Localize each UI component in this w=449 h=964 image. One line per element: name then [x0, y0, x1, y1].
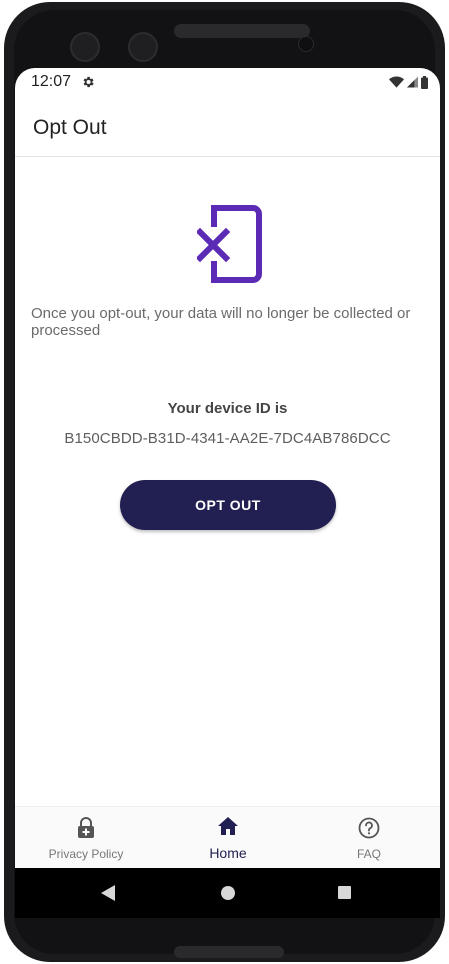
nav-label-faq: FAQ — [356, 847, 381, 861]
nav-label-home: Home — [209, 845, 247, 861]
settings-gear-icon — [83, 76, 94, 88]
opt-out-button[interactable]: OPT OUT — [120, 480, 336, 530]
bottom-navigation: Privacy Policy Home FAQ — [15, 806, 440, 869]
page-title: Opt Out — [33, 116, 107, 139]
opt-out-message: Once you opt-out, your data will no long… — [31, 305, 411, 339]
help-circle-icon — [358, 817, 380, 839]
device-id-label: Your device ID is — [167, 400, 288, 417]
nav-item-faq[interactable]: FAQ — [321, 807, 417, 869]
app-bar: Opt Out — [15, 94, 440, 157]
status-bar: 12:07 — [15, 68, 440, 94]
android-navigation-bar — [15, 868, 440, 918]
back-triangle-icon[interactable] — [101, 885, 115, 901]
status-time: 12:07 — [31, 73, 72, 90]
home-icon — [218, 817, 238, 835]
device-id-value: B150CBDD-B31D-4341-AA2E-7DC4AB786DCC — [64, 430, 391, 447]
nav-item-home[interactable]: Home — [178, 807, 278, 869]
nav-item-privacy-policy[interactable]: Privacy Policy — [31, 807, 141, 869]
earpiece-speaker — [174, 24, 310, 38]
system-icons — [389, 75, 428, 89]
front-camera-icon — [70, 32, 100, 62]
wifi-icon — [389, 76, 404, 88]
phone-with-x-icon — [197, 205, 262, 283]
lock-plus-icon — [78, 817, 94, 838]
recents-square-icon[interactable] — [338, 886, 351, 899]
proximity-sensor — [298, 36, 314, 52]
app-screen: 12:07 Opt Out Once you opt-out, your dat… — [15, 68, 440, 918]
nav-label-privacy-policy: Privacy Policy — [48, 847, 124, 861]
battery-icon — [421, 75, 428, 89]
bottom-speaker — [174, 946, 284, 958]
home-circle-icon[interactable] — [221, 886, 235, 900]
front-sensor-icon — [128, 32, 158, 62]
signal-icon — [407, 76, 418, 88]
